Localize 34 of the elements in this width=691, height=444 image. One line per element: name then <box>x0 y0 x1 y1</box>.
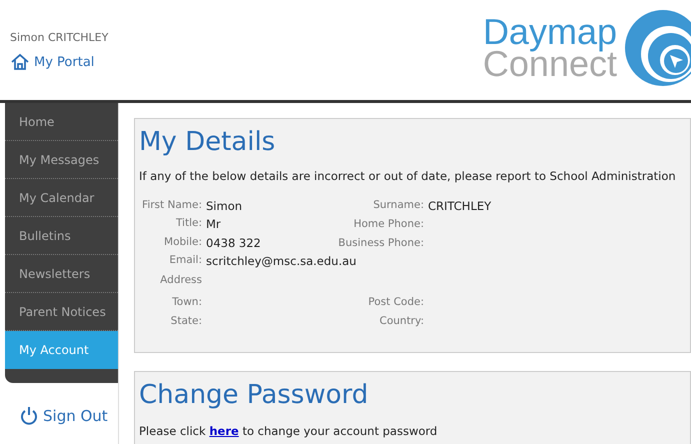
menu-item[interactable]: My Calendar <box>5 179 118 217</box>
field-label: Business Phone: <box>337 236 424 251</box>
field-label: First Name: <box>141 198 202 213</box>
field-label: Surname: <box>372 198 424 213</box>
user-name: Simon CRITCHLEY <box>10 30 108 46</box>
logo: Daymap Connect <box>482 8 691 88</box>
field-label: Home Phone: <box>352 217 424 232</box>
menu-item[interactable]: My Account <box>5 331 118 369</box>
field-value: CRITCHLEY <box>428 198 492 215</box>
field-label: Email: <box>168 253 202 268</box>
section-title: Change Password <box>139 379 370 412</box>
field-value: scritchley@msc.sa.edu.au <box>206 253 356 270</box>
field-label: Title: <box>174 216 202 232</box>
menu-item[interactable]: My Messages <box>5 141 118 179</box>
home-icon <box>10 53 30 72</box>
field-value: Mr <box>206 216 221 234</box>
menu-item[interactable]: Bulletins <box>5 217 118 255</box>
menu-item[interactable]: Home <box>5 103 118 141</box>
field-value: 0438 322 <box>206 234 261 252</box>
password-instruction: Please click here to change your account password <box>139 423 438 440</box>
field-label: Country: <box>378 314 424 329</box>
sign-out-button[interactable]: Sign Out <box>20 405 108 428</box>
field-label: Mobile: <box>163 234 202 250</box>
field-label: Town: <box>171 295 202 310</box>
field-label: Post Code: <box>367 295 424 310</box>
section-title: My Details <box>139 126 276 159</box>
field-label: State: <box>170 314 202 329</box>
here-link[interactable]: here <box>209 424 239 438</box>
field-value: Simon <box>206 198 242 215</box>
notice-text: If any of the below details are incorrect or out of date, please report to School Administration <box>139 168 677 185</box>
menu-item[interactable]: Newsletters <box>5 255 118 293</box>
power-icon <box>20 406 38 426</box>
portal-link[interactable]: My Portal <box>10 52 108 72</box>
field-label: Address <box>159 272 202 288</box>
